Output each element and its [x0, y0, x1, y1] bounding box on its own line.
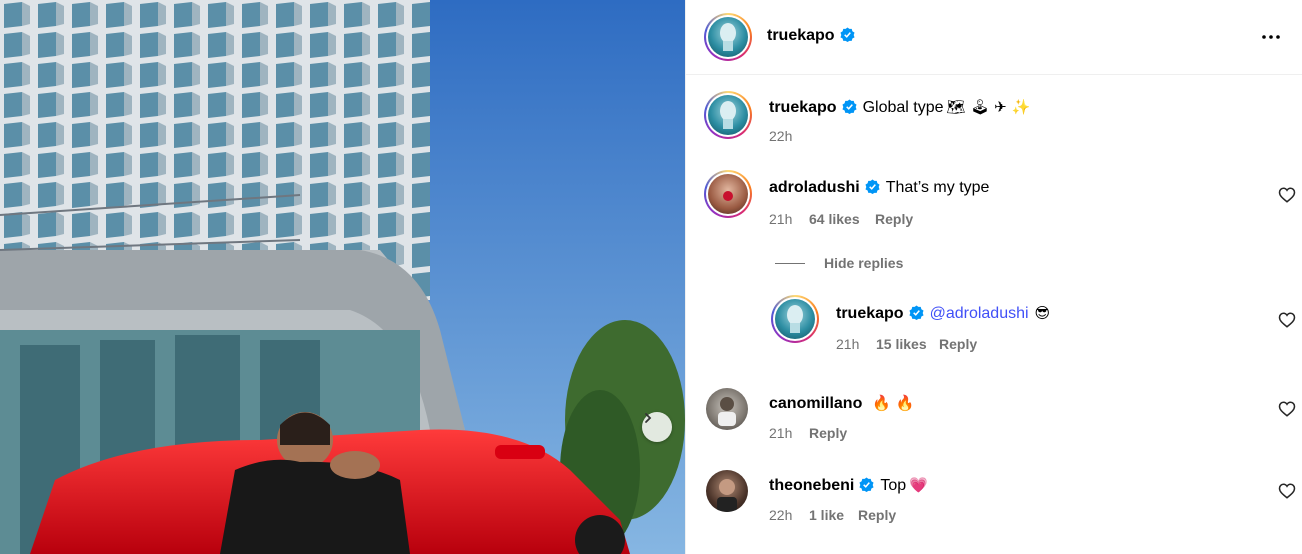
verified-badge-icon: [909, 305, 924, 320]
reply-reply-button[interactable]: Reply: [939, 336, 977, 352]
caption-emojis: 🗺 🕹 ✈ ✨: [946, 98, 1031, 116]
comment-emoji: 💗: [909, 476, 928, 494]
reply-row: truekapo @adroladushi 😎 21h 15 likes Reply: [686, 295, 1302, 355]
author-username[interactable]: truekapo: [767, 27, 855, 45]
reply-mention-link[interactable]: @adroladushi: [930, 305, 1029, 322]
comment-row: theonebeni Top 💗 22h 1 like Reply: [686, 470, 1302, 530]
hide-replies-button[interactable]: Hide replies: [824, 255, 903, 271]
caption-text: Global type: [862, 99, 944, 116]
photo-illustration: [0, 0, 685, 554]
caption-time: 22h: [769, 128, 793, 144]
more-options-button[interactable]: [1256, 26, 1286, 48]
comment-username[interactable]: canomillano: [769, 395, 862, 412]
comment-time: 21h: [769, 425, 793, 441]
reply-likes[interactable]: 15 likes: [876, 336, 927, 352]
reply-button[interactable]: Reply: [875, 211, 913, 227]
comment-text: Top: [880, 477, 907, 494]
reply-time: 21h: [836, 336, 860, 352]
comment-time: 22h: [769, 507, 793, 523]
like-heart-icon[interactable]: [1278, 400, 1296, 418]
reply-username[interactable]: truekapo: [836, 305, 904, 322]
comment-row: canomillano 🔥 🔥 21h Reply: [686, 388, 1302, 448]
caption-avatar[interactable]: [704, 91, 752, 139]
comment-username[interactable]: adroladushi: [769, 179, 860, 196]
chevron-right-icon: [645, 413, 652, 423]
like-heart-icon[interactable]: [1278, 311, 1296, 329]
commenter-avatar[interactable]: [704, 170, 752, 218]
author-avatar[interactable]: [704, 13, 752, 61]
verified-badge-icon: [859, 477, 874, 492]
commenter-avatar[interactable]: [706, 470, 748, 512]
reply-button[interactable]: Reply: [809, 425, 847, 441]
caption-row: truekapo Global type 🗺 🕹 ✈ ✨ 22h: [686, 91, 1302, 151]
caption-username[interactable]: truekapo: [769, 99, 837, 116]
comment-likes[interactable]: 64 likes: [809, 211, 860, 227]
commenter-avatar[interactable]: [706, 388, 748, 430]
post-header: truekapo: [686, 0, 1302, 75]
comment-username[interactable]: theonebeni: [769, 477, 854, 494]
author-avatar-image: [708, 17, 748, 57]
verified-badge-icon: [842, 99, 857, 114]
verified-badge-icon: [865, 179, 880, 194]
next-image-button[interactable]: [642, 412, 672, 442]
reply-avatar[interactable]: [771, 295, 819, 343]
post-photo: [0, 0, 685, 554]
hide-replies-divider: [775, 263, 805, 264]
comment-text: That’s my type: [885, 179, 990, 196]
like-heart-icon[interactable]: [1278, 186, 1296, 204]
comment-row: adroladushi That’s my type 21h 64 likes R…: [686, 170, 1302, 230]
verified-badge-icon: [840, 27, 855, 42]
comments-panel: truekapo truekapo Global type 🗺 🕹 ✈ ✨ 22h: [685, 0, 1302, 554]
more-horizontal-icon: [1262, 35, 1280, 39]
comment-text: 🔥 🔥: [872, 394, 915, 412]
reply-emoji: 😎: [1034, 304, 1051, 322]
comment-time: 21h: [769, 211, 793, 227]
like-heart-icon[interactable]: [1278, 482, 1296, 500]
reply-button[interactable]: Reply: [858, 507, 896, 523]
comment-likes[interactable]: 1 like: [809, 507, 844, 523]
